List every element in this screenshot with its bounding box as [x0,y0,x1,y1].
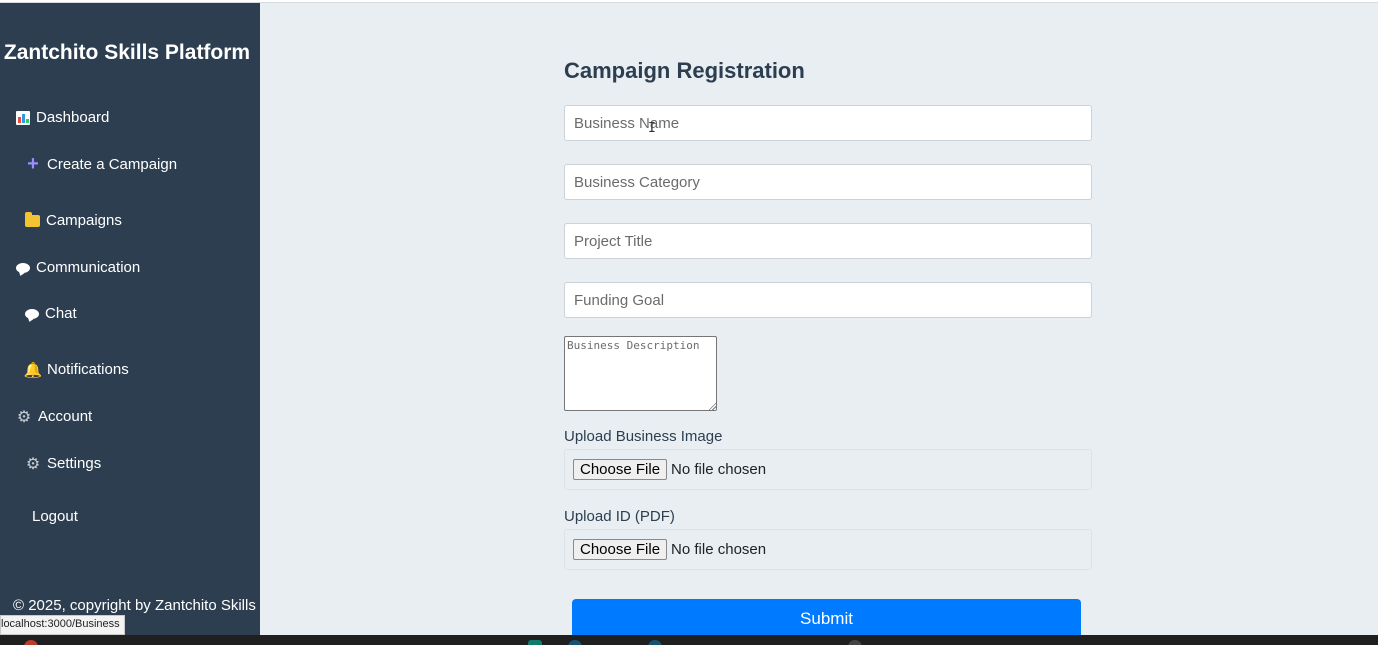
business-description-textarea[interactable] [564,336,717,411]
gear-icon: ⚙ [16,408,32,426]
taskbar-app-icon[interactable] [648,640,662,645]
sidebar-item-campaigns[interactable]: Campaigns [25,211,122,229]
sidebar-item-communication[interactable]: Communication [16,259,140,276]
bar-chart-icon [16,110,30,125]
taskbar-app-icon[interactable] [848,640,862,645]
taskbar [0,635,1378,645]
upload-image-field: Choose File No file chosen [564,449,1092,490]
sidebar-item-label: Campaigns [46,212,122,229]
sidebar-item-label: Notifications [47,361,129,378]
upload-id-field: Choose File No file chosen [564,529,1092,570]
sidebar-item-settings[interactable]: ⚙ Settings [25,455,102,473]
speech-bubble-icon [16,262,30,273]
sidebar-item-label: Settings [47,455,102,472]
submit-button[interactable]: Submit [572,599,1081,639]
business-name-input[interactable] [564,105,1092,141]
plus-icon: + [27,153,39,175]
page-title: Campaign Registration [564,58,805,83]
brand-title: Zantchito Skills Platform [3,41,251,64]
sidebar-item-chat[interactable]: Chat [25,305,77,322]
sidebar-item-dashboard[interactable]: Dashboard [16,109,109,126]
speech-bubble-icon [25,308,39,319]
sidebar-item-label: Account [38,408,93,425]
sidebar-item-label: Communication [36,259,141,276]
upload-image-label: Upload Business Image [564,428,723,445]
upload-id-label: Upload ID (PDF) [564,508,675,525]
taskbar-app-icon[interactable] [528,640,542,645]
image-file-status: No file chosen [671,461,767,478]
sidebar-item-label: Chat [45,305,77,322]
sidebar-item-account[interactable]: ⚙ Account [16,408,93,426]
id-file-status: No file chosen [671,541,767,558]
sidebar-item-logout[interactable]: Logout [32,508,78,525]
taskbar-app-icon[interactable] [568,640,582,645]
copyright-footer: © 2025, copyright by Zantchito Skills [13,597,256,614]
sidebar: Zantchito Skills Platform Dashboard + Cr… [0,3,260,635]
project-title-input[interactable] [564,223,1092,259]
sidebar-item-label: Dashboard [36,109,110,126]
gear-icon: ⚙ [25,455,41,473]
folder-icon [25,211,40,227]
funding-goal-input[interactable] [564,282,1092,318]
choose-image-button[interactable]: Choose File [573,459,668,480]
resize-handle-icon[interactable] [708,402,716,410]
choose-id-button[interactable]: Choose File [573,539,668,560]
main-content: Campaign Registration I Upload Business … [260,3,1378,639]
sidebar-item-label: Create a Campaign [47,156,178,173]
text-cursor-icon: I [648,121,656,136]
sidebar-item-label: Logout [32,508,78,525]
status-bar-url: localhost:3000/Business [0,615,125,635]
sidebar-item-create-campaign[interactable]: + Create a Campaign [25,153,178,175]
bell-icon: 🔔 [23,361,43,379]
sidebar-item-notifications[interactable]: 🔔 Notifications [23,361,129,379]
taskbar-app-icon[interactable] [24,640,38,645]
business-category-input[interactable] [564,164,1092,200]
